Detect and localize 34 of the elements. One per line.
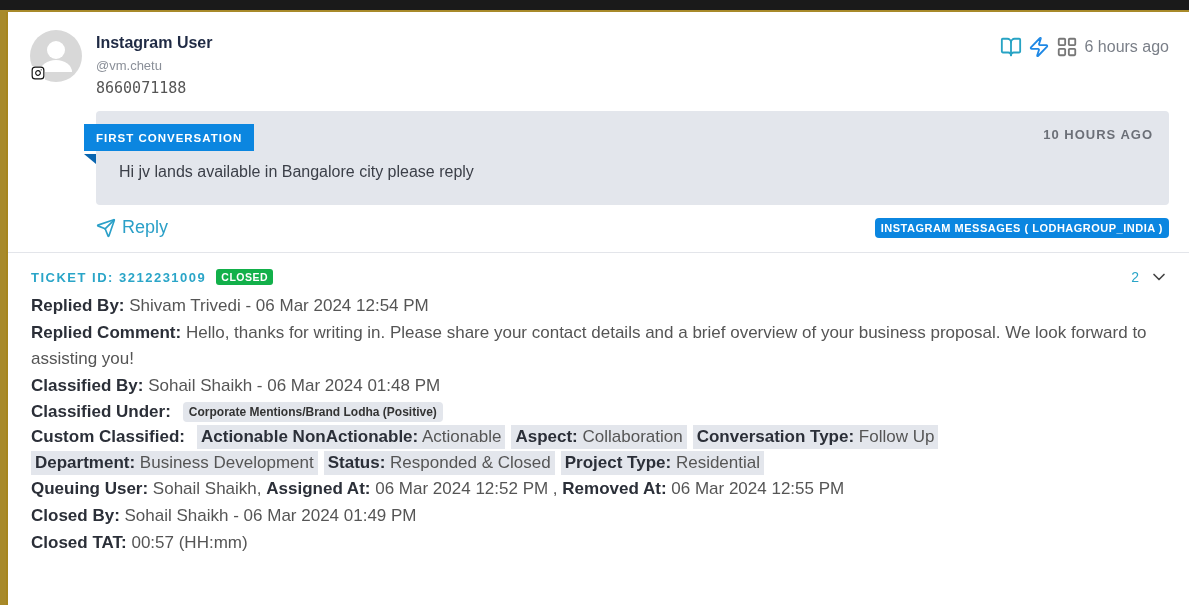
detail-line: Queuing User: Sohail Shaikh, Assigned At: 06 Mar 2024 12:52 PM , Removed At: 06 Mar 2024 12:55 PM	[31, 478, 846, 500]
detail-label: Custom Classified:	[31, 426, 185, 448]
conversation-message: Hi jv lands available in Bangalore city please reply	[119, 163, 474, 181]
detail-line: Closed TAT: 00:57 (HH:mm)	[31, 532, 249, 554]
classification-tag: Actionable NonActionable: Actionable	[197, 425, 506, 449]
classification-tag: Corporate Mentions/Brand Lodha (Positive)	[182, 402, 443, 422]
detail-line: Closed By: Sohail Shaikh - 06 Mar 2024 01:49 PM	[31, 505, 418, 527]
grid-icon[interactable]	[1056, 36, 1079, 58]
ticket-id: TICKET ID: 3212231009	[31, 269, 207, 285]
conversation-time: 10 HOURS AGO	[1043, 127, 1153, 142]
post-time: 6 hours ago	[1084, 38, 1169, 56]
ribbon-fold	[84, 154, 96, 164]
send-icon	[96, 217, 116, 238]
avatar	[30, 30, 82, 82]
classification-tag: Project Type: Residential	[560, 451, 764, 475]
source-tag: INSTAGRAM MESSAGES ( LODHAGROUP_INDIA )	[874, 217, 1169, 238]
lightning-icon[interactable]	[1028, 36, 1051, 58]
author-handle: @vm.chetu	[96, 58, 163, 73]
detail-line: Classified By: Sohail Shaikh - 06 Mar 2024 01:48 PM	[31, 375, 442, 397]
detail-label: Classified Under:	[31, 401, 171, 423]
reply-count: 2	[1131, 269, 1139, 285]
detail-line: Replied By: Shivam Trivedi - 06 Mar 2024 12:54 PM	[31, 295, 430, 317]
classification-tag: Conversation Type: Follow Up	[692, 425, 939, 449]
post-text: 8660071188	[96, 79, 188, 97]
author-name: Instagram User	[96, 34, 213, 52]
status-tag: CLOSED	[216, 269, 274, 285]
classification-tag: Aspect: Collaboration	[511, 425, 687, 449]
detail-line: Replied Comment: Hello, thanks for writing in. Please share your contact details and a brief overview of your business proposal. We look forward to assisting you!	[31, 322, 1148, 370]
reply-link[interactable]: Reply	[96, 217, 169, 238]
classification-tag: Department: Business Development	[31, 451, 318, 475]
book-icon[interactable]	[1000, 36, 1023, 58]
classification-tag: Status: Responded & Closed	[323, 451, 555, 475]
instagram-icon	[31, 66, 45, 80]
conversation-label: FIRST CONVERSATION	[84, 124, 255, 151]
